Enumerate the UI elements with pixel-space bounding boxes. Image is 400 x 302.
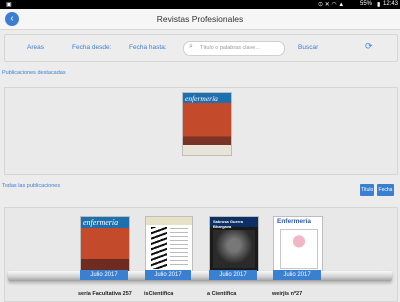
featured-cover-title: enfermería	[185, 94, 218, 103]
publication-cover-2[interactable]	[145, 216, 193, 272]
sort-date-button[interactable]: Fecha	[377, 184, 394, 196]
app-notification-icon: ▣	[6, 2, 12, 8]
search-placeholder: Título o palabras clave...	[200, 45, 260, 51]
publication-date-1: Julio 2017	[80, 270, 128, 280]
page-title: Revistas Profesionales	[156, 14, 244, 24]
featured-cover[interactable]: enfermería	[182, 92, 232, 156]
publication-date-4: Julio 2017	[273, 270, 321, 280]
child-drawing-image	[280, 229, 318, 269]
sort-title-button[interactable]: Título	[360, 184, 374, 196]
date-to-filter[interactable]: Fecha hasta:	[129, 44, 167, 51]
publication-cover-3[interactable]: Sabrosa Guerra Bhargava	[209, 216, 259, 272]
all-publications-section	[4, 207, 398, 302]
search-icon: ⌕	[189, 43, 193, 50]
search-button[interactable]: Buscar	[298, 44, 318, 51]
areas-filter[interactable]: Areas	[27, 44, 44, 51]
cover-3-title: Sabrosa Guerra Bhargava	[213, 219, 244, 229]
cover-3-image	[213, 230, 255, 268]
dna-image	[151, 227, 167, 269]
app-bar: ‹ Revistas Profesionales	[0, 9, 400, 30]
cover-2-header	[146, 217, 192, 225]
status-bar: ▣ ⊙ ✕ ◠ ▲ 55% ▮ 12:43	[0, 0, 400, 9]
cover-3-header: Sabrosa Guerra Bhargava	[210, 217, 258, 229]
status-time: 12:43	[383, 1, 399, 7]
all-publications-label: Todas las publicaciones	[2, 183, 61, 189]
featured-label: Publicaciones destacadas	[2, 70, 66, 76]
battery-percent: 55%	[360, 1, 373, 7]
publication-title-3[interactable]: a Científica	[207, 291, 236, 297]
cover-1-title: enfermería	[83, 218, 119, 227]
search-input[interactable]: ⌕ Título o palabras clave...	[183, 41, 285, 56]
publication-title-1[interactable]: sería Facultativa 257	[78, 291, 132, 297]
publication-date-2: Julio 2017	[145, 270, 191, 280]
status-icons: ⊙ ✕ ◠ ▲	[318, 2, 345, 8]
cover-footer-band	[183, 145, 231, 155]
filter-bar: Areas Fecha desde: Fecha hasta: ⌕ Título…	[4, 34, 398, 62]
date-from-filter[interactable]: Fecha desde:	[72, 44, 111, 51]
publication-title-2[interactable]: isCientífica	[144, 291, 173, 297]
publication-cover-1[interactable]: enfermería	[80, 216, 130, 272]
refresh-icon[interactable]: ⟳	[365, 41, 375, 51]
publication-date-3: Julio 2017	[209, 270, 257, 280]
cover-2-text	[170, 228, 188, 266]
bookshelf	[8, 271, 392, 281]
publication-title-4[interactable]: weirjis nº27	[272, 291, 302, 297]
battery-icon: ▮	[377, 2, 381, 8]
publication-cover-4[interactable]: Enfermería	[273, 216, 323, 272]
cover-4-title: Enfermería	[277, 218, 311, 225]
